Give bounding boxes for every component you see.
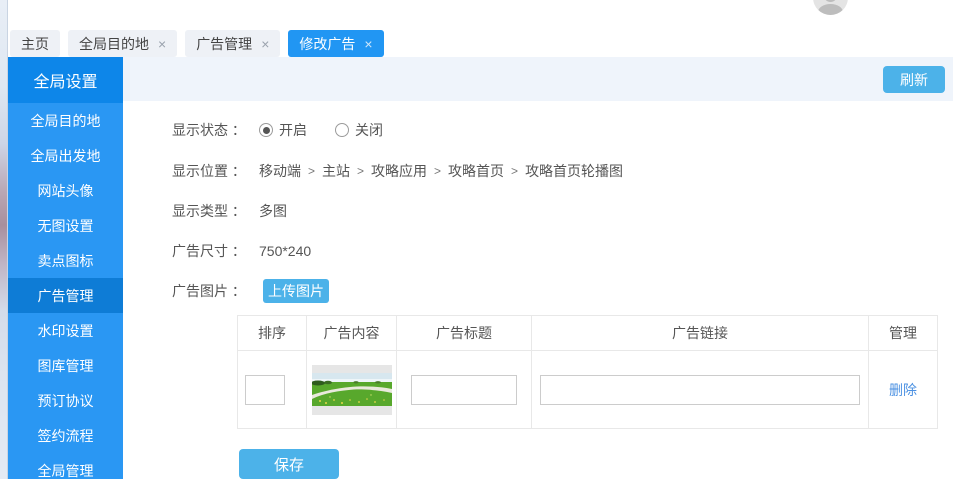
meadow-photo-thumbnail[interactable] <box>312 365 392 415</box>
ad-image-label: 广告图片 ： <box>172 281 250 301</box>
close-icon[interactable]: × <box>261 37 269 51</box>
ad-image-row: 广告图片 ： 上传图片 <box>172 279 329 303</box>
display-type-label: 显示类型 ： <box>172 201 250 221</box>
breadcrumb: 移动端 > 主站 > 攻略应用 > 攻略首页 > 攻略首页轮播图 <box>259 161 623 181</box>
sidebar-item-6[interactable]: 水印设置 <box>8 313 123 348</box>
sidebar-item-0[interactable]: 全局目的地 <box>8 103 123 138</box>
sidebar-item-8[interactable]: 预订协议 <box>8 383 123 418</box>
sidebar-header-global-settings[interactable]: 全局设置 <box>8 57 123 103</box>
breadcrumb-segment-4: 攻略首页轮播图 <box>525 161 623 181</box>
tab-label: 主页 <box>21 34 49 54</box>
tab-label: 广告管理 <box>196 34 252 54</box>
sidebar-item-3[interactable]: 无图设置 <box>8 208 123 243</box>
user-avatar-icon[interactable] <box>813 0 848 15</box>
tab-2[interactable]: 广告管理 × <box>185 30 280 57</box>
close-icon[interactable]: × <box>364 37 372 51</box>
save-button[interactable]: 保存 <box>239 449 339 479</box>
sidebar-item-5[interactable]: 广告管理 <box>8 278 123 313</box>
display-status-radio-group: 开启 关闭 <box>259 120 383 140</box>
table-header-0: 排序 <box>238 316 307 351</box>
sidebar-item-10[interactable]: 全局管理 <box>8 453 123 479</box>
table-header-2: 广告标题 <box>397 316 532 351</box>
display-type-row: 显示类型 ： 多图 <box>172 201 287 221</box>
status-radio-option-1[interactable]: 关闭 <box>335 120 383 140</box>
sidebar-item-1[interactable]: 全局出发地 <box>8 138 123 173</box>
display-position-row: 显示位置 ： 移动端 > 主站 > 攻略应用 > 攻略首页 > 攻略首页轮播图 <box>172 161 623 181</box>
radio-icon[interactable] <box>335 123 349 137</box>
ad-size-label: 广告尺寸 ： <box>172 241 250 261</box>
left-edge-strip <box>0 0 8 479</box>
breadcrumb-segment-0: 移动端 <box>259 161 301 181</box>
tab-label: 全局目的地 <box>79 34 149 54</box>
status-radio-option-0[interactable]: 开启 <box>259 120 307 140</box>
tab-label: 修改广告 <box>299 34 355 54</box>
ad-title-cell <box>397 351 532 429</box>
sort-input[interactable] <box>245 375 285 405</box>
sort-cell <box>238 351 307 429</box>
table-header-1: 广告内容 <box>307 316 397 351</box>
breadcrumb-separator: > <box>511 164 518 178</box>
display-status-label: 显示状态 ： <box>172 120 250 140</box>
upload-image-button[interactable]: 上传图片 <box>263 279 329 303</box>
sidebar-items: 全局目的地全局出发地网站头像无图设置卖点图标广告管理水印设置图库管理预订协议签约… <box>8 103 123 479</box>
sidebar-item-9[interactable]: 签约流程 <box>8 418 123 453</box>
tab-3[interactable]: 修改广告 × <box>288 30 383 57</box>
breadcrumb-separator: > <box>357 164 364 178</box>
breadcrumb-segment-3: 攻略首页 <box>448 161 504 181</box>
radio-icon[interactable] <box>259 123 273 137</box>
breadcrumb-separator: > <box>308 164 315 178</box>
ad-title-input[interactable] <box>411 375 517 405</box>
breadcrumb-separator: > <box>434 164 441 178</box>
ad-link-input[interactable] <box>540 375 860 405</box>
sidebar-item-4[interactable]: 卖点图标 <box>8 243 123 278</box>
content-header-band: 刷新 <box>123 57 953 101</box>
sidebar-item-2[interactable]: 网站头像 <box>8 173 123 208</box>
radio-label: 关闭 <box>355 120 383 140</box>
ad-table-header-row: 排序广告内容广告标题广告链接管理 <box>238 316 938 351</box>
breadcrumb-segment-1: 主站 <box>322 161 350 181</box>
ad-content-cell <box>307 351 397 429</box>
refresh-button[interactable]: 刷新 <box>883 66 945 93</box>
ad-link-cell <box>532 351 869 429</box>
tab-0[interactable]: 主页 <box>10 30 60 57</box>
table-header-3: 广告链接 <box>532 316 869 351</box>
tab-1[interactable]: 全局目的地 × <box>68 30 177 57</box>
delete-link[interactable]: 删除 <box>889 382 917 398</box>
breadcrumb-segment-2: 攻略应用 <box>371 161 427 181</box>
radio-label: 开启 <box>279 120 307 140</box>
sidebar: 全局设置 全局目的地全局出发地网站头像无图设置卖点图标广告管理水印设置图库管理预… <box>8 57 123 479</box>
display-position-label: 显示位置 ： <box>172 161 250 181</box>
close-icon[interactable]: × <box>158 37 166 51</box>
ad-size-row: 广告尺寸 ： 750*240 <box>172 241 311 261</box>
ad-size-value: 750*240 <box>259 243 311 259</box>
main-content: 刷新 显示状态 ： 开启 关闭 显示位置 ： 移动端 > 主站 > 攻略应用 > 攻略首页 > 攻… <box>123 57 953 479</box>
modify-ad-page: 主页全局目的地×广告管理×修改广告× 全局设置 全局目的地全局出发地网站头像无图… <box>0 0 953 479</box>
table-header-4: 管理 <box>869 316 938 351</box>
display-type-value: 多图 <box>259 201 287 221</box>
action-cell: 删除 <box>869 351 938 429</box>
ad-table-row: 删除 <box>238 351 938 429</box>
display-status-row: 显示状态 ： 开启 关闭 <box>172 120 383 140</box>
top-bar <box>8 0 953 28</box>
sidebar-item-7[interactable]: 图库管理 <box>8 348 123 383</box>
tab-bar: 主页 全局目的地 × 广告管理 × 修改广告 × <box>10 30 384 57</box>
ad-table: 排序广告内容广告标题广告链接管理 <box>237 315 938 429</box>
